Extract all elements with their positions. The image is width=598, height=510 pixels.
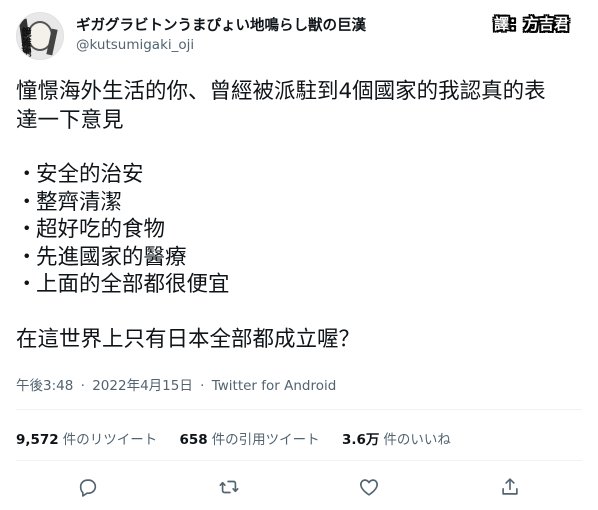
list-item: ・超好吃的食物 (16, 216, 165, 244)
tweet-source[interactable]: Twitter for Android (212, 378, 337, 394)
tweet-meta: 午後3:48 · 2022年4月15日 · Twitter for Androi… (16, 374, 336, 394)
meta-separator: · (200, 378, 205, 394)
quotes-stat[interactable]: 658 件の引用ツイート (180, 428, 320, 448)
list-item-text: 安全的治安 (36, 162, 144, 187)
translator-badge: 譯：方吉君 (494, 15, 570, 33)
tweet-date[interactable]: 2022年4月15日 (92, 378, 193, 394)
likes-label: 件のいいね (383, 432, 451, 448)
list-item: ・安全的治安 (16, 161, 144, 189)
reply-icon (79, 479, 97, 497)
likes-count: 3.6万 (341, 432, 380, 448)
list-item-text: 先進國家的醫療 (36, 245, 187, 270)
heart-icon (360, 479, 378, 496)
tweet-text-line-1: 憧憬海外生活的你、曾經被派駐到4個國家的我認真的表 (16, 79, 546, 104)
quotes-count: 658 (179, 432, 208, 448)
tweet-text-closing: 在這世界上只有日本全部都成立喔？ (16, 327, 361, 352)
list-item-text: 上面的全部都很便宜 (36, 272, 230, 297)
retweet-button[interactable] (212, 470, 246, 504)
meta-separator: · (80, 378, 85, 394)
bullet-mark: ・ (16, 245, 38, 270)
tweet-actions (0, 470, 598, 502)
bullet-mark: ・ (16, 162, 38, 187)
divider (16, 409, 582, 410)
bullet-mark: ・ (16, 217, 38, 242)
quotes-label: 件の引用ツイート (211, 432, 320, 448)
retweets-stat[interactable]: 9,572 件のリツイート (16, 428, 157, 448)
list-item: ・先進國家的醫療 (16, 244, 187, 272)
retweet-icon (219, 480, 239, 494)
tweet-time[interactable]: 午後3:48 (16, 378, 73, 394)
tweet-text-line-2: 達一下意見 (16, 108, 124, 133)
divider (16, 460, 582, 461)
avatar-text: 鏡雑砲 (19, 27, 30, 57)
bullet-mark: ・ (16, 190, 38, 215)
retweets-label: 件のリツイート (62, 432, 158, 448)
bullet-mark: ・ (16, 272, 38, 297)
like-button[interactable] (352, 470, 386, 504)
list-item: ・上面的全部都很便宜 (16, 271, 230, 299)
share-button[interactable] (493, 470, 527, 504)
share-icon (502, 478, 518, 495)
likes-stat[interactable]: 3.6万 件のいいね (342, 428, 451, 448)
user-handle[interactable]: @kutsumigaki_oji (76, 37, 194, 53)
list-item-text: 整齊清潔 (36, 190, 123, 215)
tweet-stats: 9,572 件のリツイート 658 件の引用ツイート 3.6万 件のいいね (16, 428, 469, 448)
avatar[interactable]: 鏡雑砲 (16, 12, 64, 60)
display-name[interactable]: ギガグラビトンうまぴょい地鳴らし獣の巨漢 (76, 14, 366, 35)
list-item-text: 超好吃的食物 (36, 217, 166, 242)
retweets-count: 9,572 (16, 432, 59, 448)
list-item: ・整齊清潔 (16, 189, 122, 217)
reply-button[interactable] (71, 470, 105, 504)
